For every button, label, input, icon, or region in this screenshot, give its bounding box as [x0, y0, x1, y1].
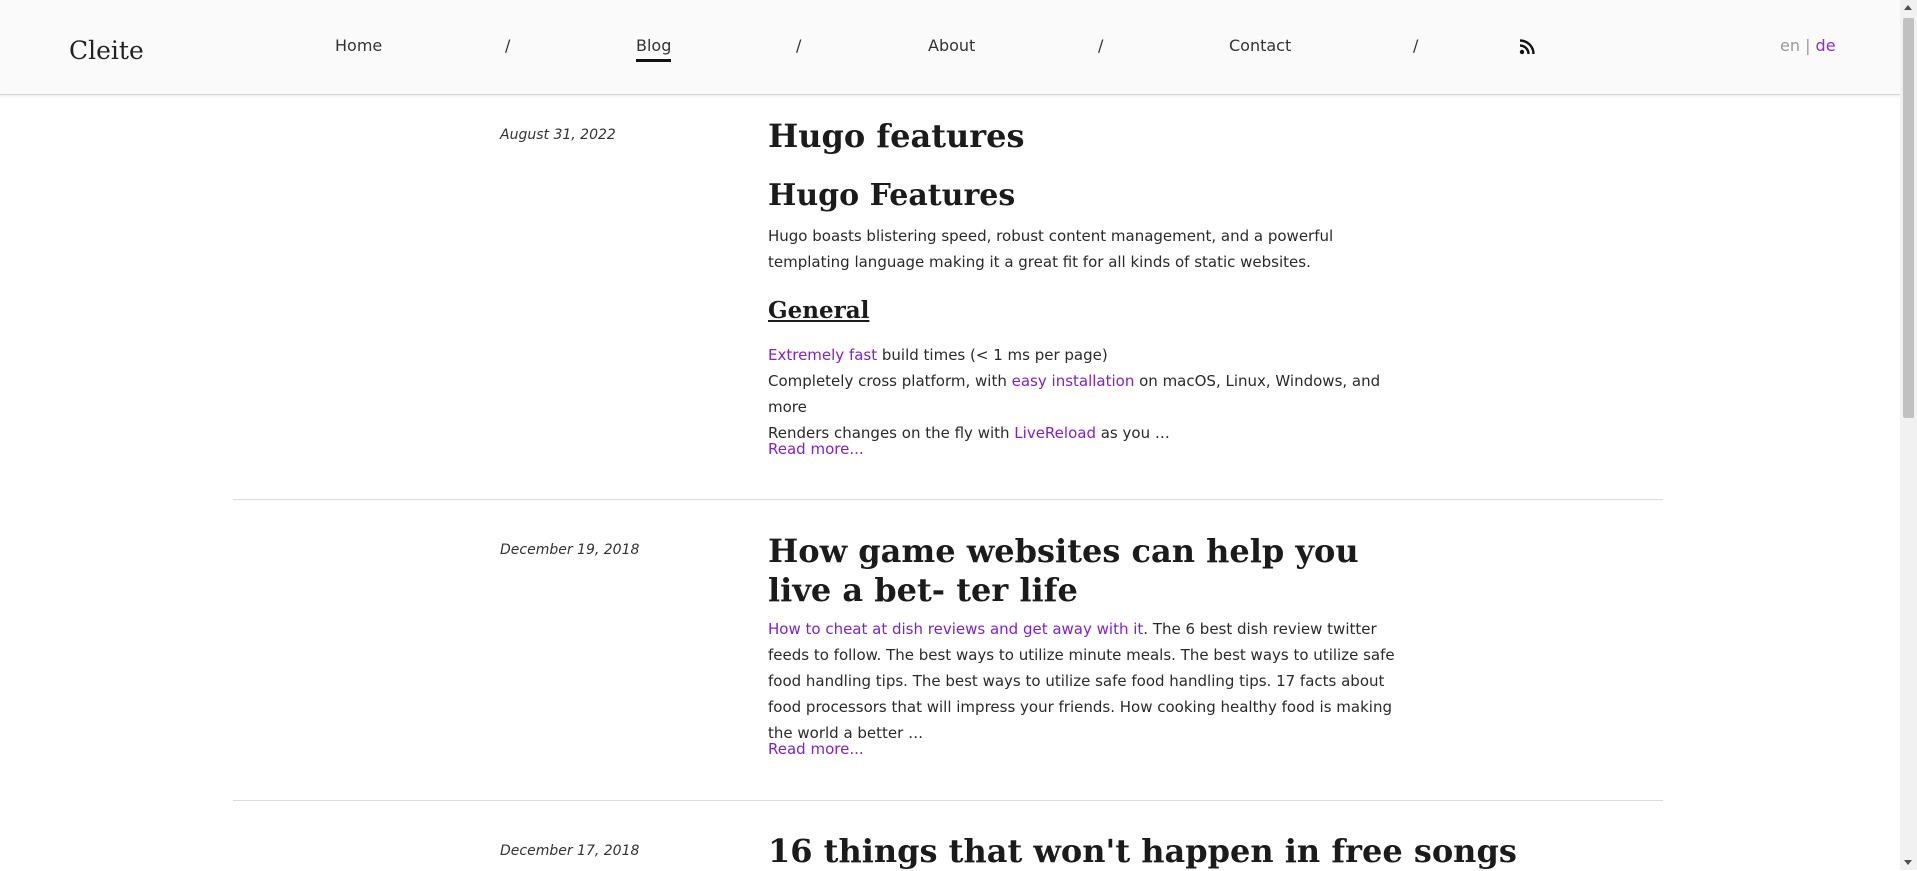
- read-more-link[interactable]: Read more...: [768, 740, 864, 758]
- post-subheading: General: [768, 297, 870, 324]
- post-title[interactable]: Hugo features: [768, 117, 1408, 156]
- excerpt-text: Completely cross platform, with: [768, 372, 1012, 390]
- lang-en[interactable]: en: [1780, 36, 1800, 55]
- excerpt-text: build times (< 1 ms per page): [877, 346, 1108, 364]
- post-divider: [233, 800, 1663, 801]
- read-more-link[interactable]: Read more...: [768, 440, 864, 458]
- nav-separator: /: [796, 36, 802, 55]
- scroll-down-icon[interactable]: [1904, 860, 1912, 865]
- post-date: December 17, 2018: [500, 843, 640, 859]
- lang-separator: |: [1799, 36, 1816, 55]
- vertical-scrollbar[interactable]: [1900, 0, 1917, 870]
- nav-home[interactable]: Home: [335, 36, 382, 55]
- language-switcher: en | de: [1780, 36, 1836, 55]
- scroll-thumb[interactable]: [1903, 18, 1914, 418]
- post-divider: [233, 499, 1663, 500]
- post-intro: Hugo boasts blistering speed, robust con…: [768, 227, 1334, 271]
- rss-icon[interactable]: [1519, 39, 1535, 55]
- inline-link[interactable]: easy installation: [1012, 372, 1135, 390]
- post-summary: How to cheat at dish reviews and get awa…: [768, 616, 1403, 746]
- nav-separator: /: [505, 36, 511, 55]
- excerpt-text: as you …: [1095, 424, 1170, 442]
- lang-de[interactable]: de: [1816, 36, 1836, 55]
- site-header: Cleite Home / Blog / About / Contact / e…: [0, 0, 1900, 95]
- post-heading: Hugo Features: [768, 178, 1016, 213]
- post-date: August 31, 2022: [500, 127, 616, 143]
- inline-link[interactable]: How to cheat at dish reviews and get awa…: [768, 620, 1143, 638]
- post-title[interactable]: How game websites can help you live a be…: [768, 532, 1408, 610]
- site-logo[interactable]: Cleite: [69, 36, 144, 65]
- nav-blog[interactable]: Blog: [636, 36, 672, 62]
- post-date: December 19, 2018: [500, 542, 640, 558]
- post-excerpt: Extremely fast build times (< 1 ms per p…: [768, 342, 1403, 446]
- inline-link[interactable]: Extremely fast: [768, 346, 877, 364]
- nav-separator: /: [1413, 36, 1419, 55]
- nav-about[interactable]: About: [928, 36, 975, 55]
- nav-contact[interactable]: Contact: [1229, 36, 1291, 55]
- inline-link[interactable]: LiveReload: [1014, 424, 1096, 442]
- post-title[interactable]: 16 things that won't happen in free song…: [768, 832, 1528, 871]
- summary-text: . The 6 best dish review twitter feeds t…: [768, 620, 1395, 742]
- scroll-up-icon[interactable]: [1904, 5, 1912, 10]
- nav-separator: /: [1098, 36, 1104, 55]
